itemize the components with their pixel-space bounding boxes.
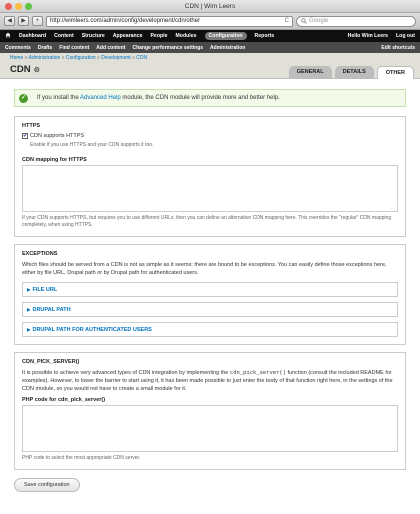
url-text: http://wimleers.com/admin/config/develop… <box>50 17 201 24</box>
pick-server-legend: CDN_PICK_SERVER() <box>22 359 80 365</box>
tab-other[interactable]: OTHER <box>376 66 414 79</box>
breadcrumb-separator: » <box>97 55 100 61</box>
drupal-path-legend: DRUPAL PATH <box>32 306 71 313</box>
exceptions-description: Which files should be served from a CDN … <box>22 262 387 276</box>
file-url-fieldset[interactable]: ▶ FILE URL <box>22 282 398 297</box>
toolbar-item-structure[interactable]: Structure <box>82 33 105 39</box>
status-message: ✓ If you install the Advanced Help modul… <box>14 89 406 107</box>
tab-general[interactable]: GENERAL <box>288 66 332 79</box>
shortcut-drafts[interactable]: Drafts <box>38 45 52 51</box>
page-header: Home » Administration » Configuration » … <box>0 53 420 79</box>
pick-server-body-1: It is possible to achieve very advanced … <box>22 370 230 376</box>
minimize-window-button[interactable] <box>15 3 22 10</box>
toolbar-item-content[interactable]: Content <box>54 33 74 39</box>
php-code-textarea[interactable]: ⋰ <box>22 405 398 452</box>
https-fieldset: HTTPS ✔ CDN supports HTTPS Enable if you… <box>14 116 406 237</box>
browser-toolbar: ◀ ▶ + http://wimleers.com/admin/config/d… <box>0 13 420 30</box>
breadcrumb-home[interactable]: Home <box>10 55 23 61</box>
breadcrumb-separator: » <box>61 55 65 61</box>
page-title: CDN <box>10 64 31 75</box>
cdn-mapping-https-textarea[interactable]: ⋰ <box>22 165 398 212</box>
message-suffix: module, the CDN module will provide more… <box>120 95 280 101</box>
toolbar-item-appearance[interactable]: Appearance <box>113 33 143 39</box>
toolbar-item-modules[interactable]: Modules <box>175 33 196 39</box>
cdn-supports-https-checkbox[interactable]: ✔ <box>22 133 28 139</box>
gear-icon[interactable]: ⚙ <box>34 67 40 74</box>
resize-grip-icon[interactable]: ⋰ <box>391 445 396 450</box>
main-content: ✓ If you install the Advanced Help modul… <box>0 79 420 492</box>
reload-icon[interactable]: C <box>285 17 292 26</box>
save-configuration-button[interactable]: Save configuration <box>14 478 80 492</box>
breadcrumb-separator: » <box>132 55 135 61</box>
check-icon: ✓ <box>19 93 28 103</box>
cdn-supports-https-row: ✔ CDN supports HTTPS <box>22 133 398 139</box>
php-code-label: PHP code for cdn_pick_server() <box>22 397 106 403</box>
breadcrumb-configuration[interactable]: Configuration <box>66 55 96 61</box>
search-field[interactable]: Google <box>296 15 416 27</box>
toolbar-item-configuration[interactable]: Configuration <box>204 32 247 40</box>
exceptions-fieldset: EXCEPTIONS Which files should be served … <box>14 244 406 345</box>
cdn-mapping-https-help: If your CDN supports HTTPS, but requires… <box>22 215 392 228</box>
shortcuts-bar: Comments Drafts Find content Add content… <box>0 42 420 53</box>
https-legend: HTTPS <box>22 123 41 129</box>
pick-server-code: cdn_pick_server() <box>229 369 286 376</box>
page-title-wrap: CDN ⚙ <box>10 64 40 75</box>
php-code-help: PHP code to select the most appropriate … <box>22 455 141 461</box>
resize-grip-icon[interactable]: ⋰ <box>391 205 396 210</box>
toolbar-item-dashboard[interactable]: Dashboard <box>19 33 46 39</box>
breadcrumb-development[interactable]: Development <box>101 55 130 61</box>
drupal-path-auth-fieldset[interactable]: ▶ DRUPAL PATH FOR AUTHENTICATED USERS <box>22 322 398 337</box>
drupal-path-auth-legend: DRUPAL PATH FOR AUTHENTICATED USERS <box>32 326 152 333</box>
expand-triangle-icon: ▶ <box>27 326 31 332</box>
breadcrumb-administration[interactable]: Administration <box>29 55 61 61</box>
breadcrumb-separator: » <box>24 55 28 61</box>
cdn-supports-https-label: CDN supports HTTPS <box>30 133 85 139</box>
edit-shortcuts-link[interactable]: Edit shortcuts <box>381 45 415 51</box>
add-bookmark-button[interactable]: + <box>32 16 43 26</box>
admin-toolbar: Dashboard Content Structure Appearance P… <box>0 30 420 42</box>
drupal-path-fieldset[interactable]: ▶ DRUPAL PATH <box>22 302 398 317</box>
shortcut-find-content[interactable]: Find content <box>59 45 89 51</box>
search-icon <box>301 18 307 24</box>
window-titlebar: CDN | Wim Leers <box>0 0 420 13</box>
message-text: If you install the Advanced Help module,… <box>37 95 280 101</box>
tabs: GENERAL DETAILS OTHER <box>288 66 414 79</box>
shortcut-comments[interactable]: Comments <box>5 45 31 51</box>
cdn-mapping-https-label: CDN mapping for HTTPS <box>22 157 87 163</box>
file-url-legend: FILE URL <box>32 286 58 293</box>
zoom-window-button[interactable] <box>25 3 32 10</box>
expand-triangle-icon: ▶ <box>27 306 31 312</box>
close-window-button[interactable] <box>5 3 12 10</box>
shortcut-administration[interactable]: Administration <box>210 45 245 51</box>
shortcut-add-content[interactable]: Add content <box>96 45 125 51</box>
message-prefix: If you install the <box>37 95 81 101</box>
breadcrumb-cdn[interactable]: CDN <box>136 55 147 61</box>
advanced-help-link[interactable]: Advanced Help <box>80 95 121 101</box>
url-field[interactable]: http://wimleers.com/admin/config/develop… <box>46 15 293 27</box>
exceptions-legend: EXCEPTIONS <box>22 251 58 257</box>
user-greeting[interactable]: Hello Wim Leers <box>348 33 388 39</box>
toolbar-item-people[interactable]: People <box>150 33 167 39</box>
forward-button[interactable]: ▶ <box>18 16 29 26</box>
logout-link[interactable]: Log out <box>396 33 415 39</box>
back-button[interactable]: ◀ <box>4 16 15 26</box>
search-placeholder: Google <box>309 17 329 24</box>
cdn-supports-https-description: Enable if you use HTTPS and your CDN sup… <box>30 142 154 148</box>
shortcut-change-performance[interactable]: Change performance settings <box>132 45 203 51</box>
window-controls <box>5 3 32 10</box>
breadcrumb: Home » Administration » Configuration » … <box>10 55 147 61</box>
expand-triangle-icon: ▶ <box>27 286 31 292</box>
toolbar-item-reports[interactable]: Reports <box>255 33 275 39</box>
pick-server-fieldset: CDN_PICK_SERVER() It is possible to achi… <box>14 352 406 470</box>
home-icon[interactable] <box>5 32 11 40</box>
window-title: CDN | Wim Leers <box>184 3 236 10</box>
pick-server-description: It is possible to achieve very advanced … <box>22 369 398 393</box>
tab-details[interactable]: DETAILS <box>334 66 374 79</box>
